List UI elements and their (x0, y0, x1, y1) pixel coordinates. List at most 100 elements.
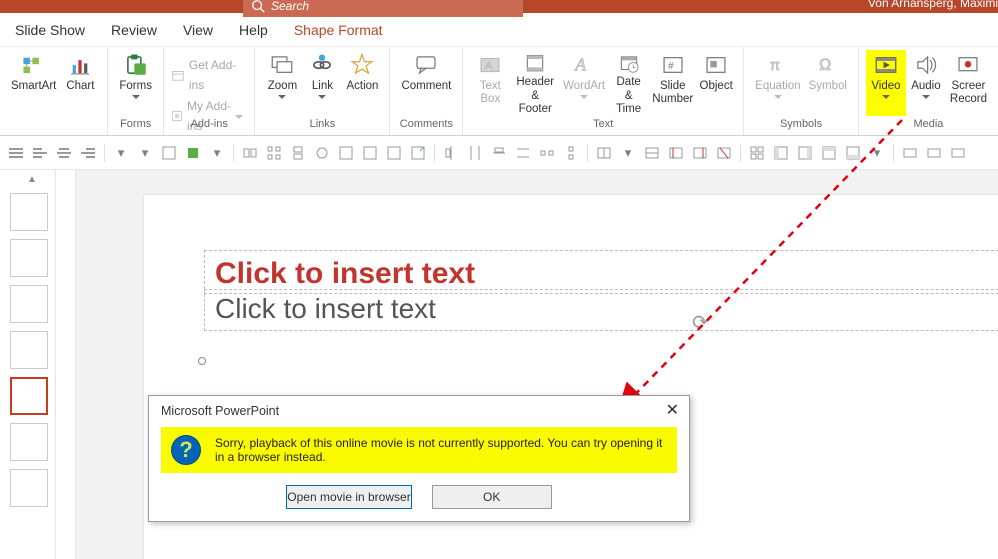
wordart-button[interactable]: A WordArt (560, 50, 608, 116)
qa-btn[interactable] (240, 143, 260, 163)
subtitle-placeholder[interactable]: Click to insert text (204, 289, 998, 331)
qa-btn[interactable] (747, 143, 767, 163)
screenrec-icon (954, 52, 982, 78)
get-addins-button[interactable]: Get Add-ins (171, 55, 243, 96)
qa-btn[interactable] (384, 143, 404, 163)
qa-btn[interactable] (690, 143, 710, 163)
slide-thumb[interactable] (10, 423, 48, 461)
qa-btn[interactable] (513, 143, 533, 163)
slide-thumb-selected[interactable] (10, 377, 48, 415)
qa-btn[interactable] (561, 143, 581, 163)
qa-btn[interactable] (288, 143, 308, 163)
comment-button[interactable]: Comment (397, 50, 455, 116)
slide-thumb[interactable] (10, 469, 48, 507)
object-button[interactable]: Object (696, 50, 736, 116)
tab-shape-format[interactable]: Shape Format (294, 22, 383, 38)
tab-help[interactable]: Help (239, 22, 268, 38)
qa-btn[interactable] (183, 143, 203, 163)
resize-handle[interactable] (198, 357, 206, 365)
slide-thumbnails[interactable]: ▲ (0, 170, 56, 559)
svg-text:Ω: Ω (819, 56, 831, 74)
ok-button[interactable]: OK (432, 485, 552, 509)
qa-btn[interactable] (714, 143, 734, 163)
link-button[interactable]: Link (302, 50, 342, 116)
date-time-button[interactable]: Date & Time (608, 50, 649, 116)
qa-btn[interactable]: ▾ (135, 143, 155, 163)
symbol-icon: Ω (814, 52, 842, 78)
dialog-message: Sorry, playback of this online movie is … (215, 436, 667, 464)
qa-btn[interactable] (642, 143, 662, 163)
audio-icon (912, 52, 940, 78)
qa-btn[interactable]: ▾ (618, 143, 638, 163)
text-box-button[interactable]: A Text Box (470, 50, 510, 116)
zoom-button[interactable]: Zoom (262, 50, 302, 116)
textbox-icon: A (476, 52, 504, 78)
group-symbols: Symbols (751, 116, 851, 134)
dialog-title: Microsoft PowerPoint (161, 404, 279, 418)
smartart-button[interactable]: SmartArt (7, 50, 60, 116)
qa-btn[interactable] (843, 143, 863, 163)
qa-btn[interactable] (795, 143, 815, 163)
group-addins: Add-ins (171, 116, 247, 134)
chevron-down-icon (318, 95, 326, 99)
qa-btn[interactable] (360, 143, 380, 163)
slide-thumb[interactable] (10, 285, 48, 323)
equation-button[interactable]: π Equation (751, 50, 804, 116)
qa-btn[interactable] (78, 143, 98, 163)
symbol-button[interactable]: Ω Symbol (805, 50, 851, 116)
qa-btn[interactable] (30, 143, 50, 163)
search-placeholder: Search (271, 0, 309, 13)
qa-btn[interactable] (408, 143, 428, 163)
audio-button[interactable]: Audio (906, 50, 946, 116)
tab-slideshow[interactable]: Slide Show (15, 22, 85, 38)
slide-thumb[interactable] (10, 331, 48, 369)
qa-btn[interactable] (159, 143, 179, 163)
qa-btn[interactable]: ▾ (867, 143, 887, 163)
forms-icon (122, 52, 150, 78)
group-text: Text (470, 116, 736, 134)
search-input[interactable]: Search (243, 0, 523, 17)
chevron-down-icon (278, 95, 286, 99)
forms-button[interactable]: Forms (115, 50, 156, 116)
titlebar: Search Von Arnansperg, Maximi (0, 0, 998, 13)
open-in-browser-button[interactable]: Open movie in browser (286, 485, 411, 509)
qa-btn[interactable]: ▾ (111, 143, 131, 163)
qa-btn[interactable] (441, 143, 461, 163)
qa-btn[interactable] (594, 143, 614, 163)
close-icon[interactable]: ✕ (666, 403, 679, 419)
rotate-handle-icon[interactable]: ⟳ (692, 310, 709, 335)
qa-btn[interactable] (666, 143, 686, 163)
qa-btn[interactable] (924, 143, 944, 163)
qa-btn[interactable] (771, 143, 791, 163)
video-button[interactable]: Video (866, 50, 906, 116)
qa-btn[interactable] (819, 143, 839, 163)
quick-toolbar: /*placeholder*/ ▾ ▾ ▾ ▾ ▾ (0, 136, 998, 170)
scroll-up-icon[interactable]: ▲ (14, 174, 50, 185)
action-button[interactable]: Action (342, 50, 382, 116)
qa-btn[interactable]: ▾ (207, 143, 227, 163)
tab-review[interactable]: Review (111, 22, 157, 38)
link-icon (308, 52, 336, 78)
title-placeholder[interactable]: Click to insert text (204, 250, 998, 294)
qa-btn[interactable] (948, 143, 968, 163)
tab-view[interactable]: View (183, 22, 213, 38)
slide-thumb[interactable] (10, 239, 48, 277)
qa-btn[interactable] (6, 143, 26, 163)
screen-recording-button[interactable]: Screer Record (946, 50, 991, 116)
svg-text:A: A (574, 55, 586, 75)
chevron-down-icon (922, 95, 930, 99)
slide-number-button[interactable]: # Slide Number (649, 50, 696, 116)
qa-btn[interactable] (537, 143, 557, 163)
qa-btn[interactable] (336, 143, 356, 163)
datetime-icon (615, 52, 643, 74)
qa-btn[interactable] (54, 143, 74, 163)
chart-button[interactable]: Chart (60, 50, 100, 116)
header-footer-button[interactable]: Header & Footer (510, 50, 560, 116)
qa-btn[interactable] (264, 143, 284, 163)
qa-btn[interactable] (312, 143, 332, 163)
qa-btn[interactable] (900, 143, 920, 163)
qa-btn[interactable] (465, 143, 485, 163)
slide-thumb[interactable] (10, 193, 48, 231)
group-media: Media (866, 116, 991, 134)
qa-btn[interactable] (489, 143, 509, 163)
